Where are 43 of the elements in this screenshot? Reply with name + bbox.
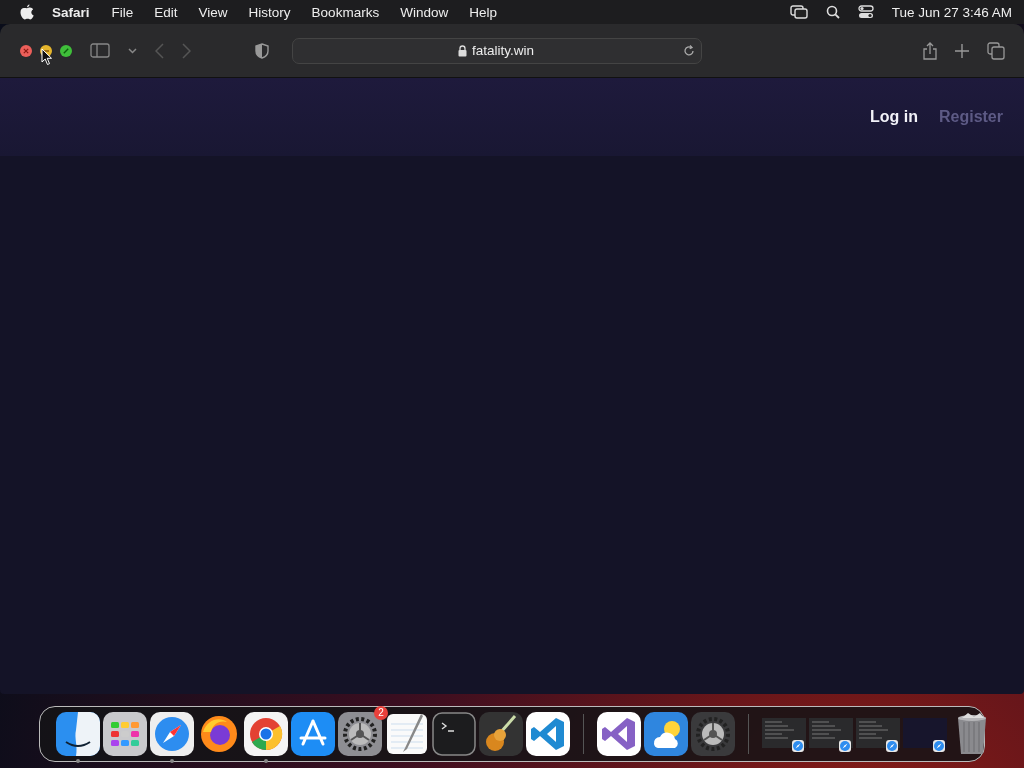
menu-item[interactable]: Bookmarks	[311, 4, 380, 20]
settings-app-icon[interactable]	[691, 712, 735, 756]
shield-icon[interactable]	[255, 42, 269, 59]
tabs-overview-icon[interactable]	[987, 41, 1005, 60]
notepad-app-icon[interactable]	[385, 712, 429, 756]
apple-icon[interactable]	[20, 4, 34, 20]
chevron-down-icon[interactable]	[128, 47, 137, 54]
sidebar-icon[interactable]	[90, 43, 110, 58]
menu-item[interactable]: View	[198, 4, 228, 20]
new-tab-icon[interactable]	[955, 43, 969, 58]
running-indicator	[170, 759, 174, 763]
menu-item[interactable]: Help	[469, 4, 497, 20]
grid-app-icon[interactable]	[103, 712, 147, 756]
share-icon[interactable]	[923, 41, 937, 60]
running-indicator	[264, 759, 268, 763]
menu-item[interactable]: Window	[400, 4, 449, 20]
store-app-icon[interactable]	[291, 712, 335, 756]
reload-icon[interactable]	[683, 44, 695, 57]
lock-icon	[458, 44, 467, 57]
code-editor-app-icon[interactable]	[526, 712, 570, 756]
address-field[interactable]: fatality.win	[292, 37, 702, 64]
nav-link[interactable]: Log in	[870, 108, 918, 126]
guitar-app-icon[interactable]	[479, 712, 523, 756]
running-indicator	[76, 759, 80, 763]
clock: Tue Jun 27 3:46 AM	[891, 4, 1012, 20]
url-text: fatality.win	[472, 43, 534, 58]
menu-item[interactable]: Edit	[154, 4, 178, 20]
face-app-icon[interactable]	[56, 712, 100, 756]
compass-app-icon[interactable]	[150, 712, 194, 756]
search-icon[interactable]	[825, 5, 840, 19]
ide-app-icon[interactable]	[597, 712, 641, 756]
cursor-icon	[41, 48, 53, 66]
app-menu[interactable]: Safari	[52, 4, 90, 20]
screen-mirroring-icon[interactable]	[789, 5, 808, 19]
weather-app-icon[interactable]	[644, 712, 688, 756]
chrome-app-icon[interactable]	[244, 712, 288, 756]
menu-item[interactable]: File	[111, 4, 134, 20]
menu-item[interactable]: History	[248, 4, 291, 20]
close-icon[interactable]	[20, 44, 32, 57]
toggle-switches-icon[interactable]	[857, 5, 874, 19]
terminal-app-icon[interactable]	[432, 712, 476, 756]
notification-badge: 2	[374, 706, 388, 720]
zoom-icon[interactable]	[60, 44, 72, 57]
